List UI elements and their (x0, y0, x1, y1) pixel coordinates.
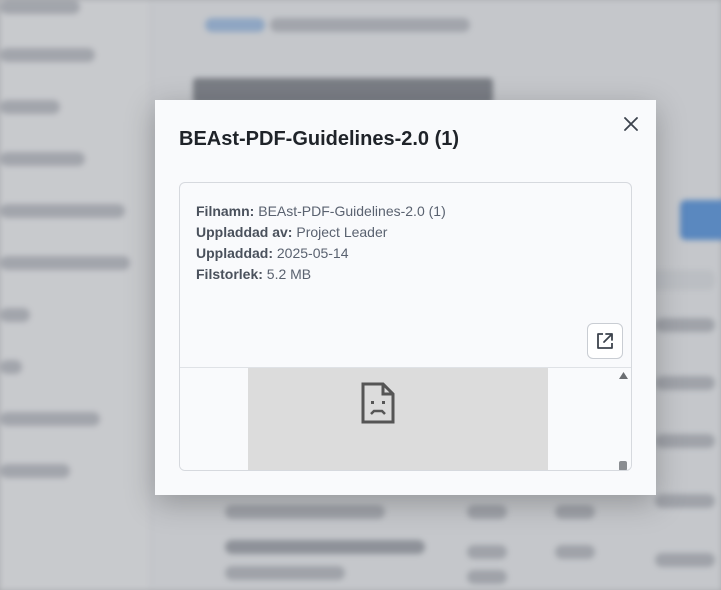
metadata-label: Uppladdad av: (196, 224, 293, 240)
scroll-thumb[interactable] (619, 461, 627, 470)
metadata-value: BEAst-PDF-Guidelines-2.0 (1) (258, 203, 446, 219)
metadata-label: Filstorlek: (196, 266, 263, 282)
file-card: Filnamn: BEAst-PDF-Guidelines-2.0 (1) Up… (179, 182, 632, 471)
file-preview-dialog: BEAst-PDF-Guidelines-2.0 (1) Filnamn: BE… (155, 100, 656, 495)
metadata-value: 2025-05-14 (276, 245, 349, 261)
metadata-filesize: Filstorlek: 5.2 MB (196, 264, 446, 285)
dialog-title: BEAst-PDF-Guidelines-2.0 (1) (179, 128, 460, 150)
preview-scrollbar[interactable] (617, 368, 631, 470)
metadata-value: Project Leader (296, 224, 388, 240)
file-metadata: Filnamn: BEAst-PDF-Guidelines-2.0 (1) Up… (196, 201, 446, 285)
metadata-label: Filnamn: (196, 203, 255, 219)
close-button[interactable] (621, 114, 641, 134)
pdf-preview-frame[interactable] (180, 367, 631, 470)
external-link-icon (597, 333, 613, 349)
metadata-filename: Filnamn: BEAst-PDF-Guidelines-2.0 (1) (196, 201, 446, 222)
open-in-new-tab-button[interactable] (587, 323, 623, 359)
metadata-label: Uppladdad: (196, 245, 273, 261)
broken-document-icon (361, 382, 395, 424)
scroll-up-arrow-icon[interactable] (619, 372, 628, 379)
pdf-preview-page (248, 368, 548, 470)
metadata-uploaded-by: Uppladdad av: Project Leader (196, 222, 446, 243)
metadata-uploaded: Uppladdad: 2025-05-14 (196, 243, 446, 264)
metadata-value: 5.2 MB (266, 266, 312, 282)
close-icon (624, 117, 638, 131)
